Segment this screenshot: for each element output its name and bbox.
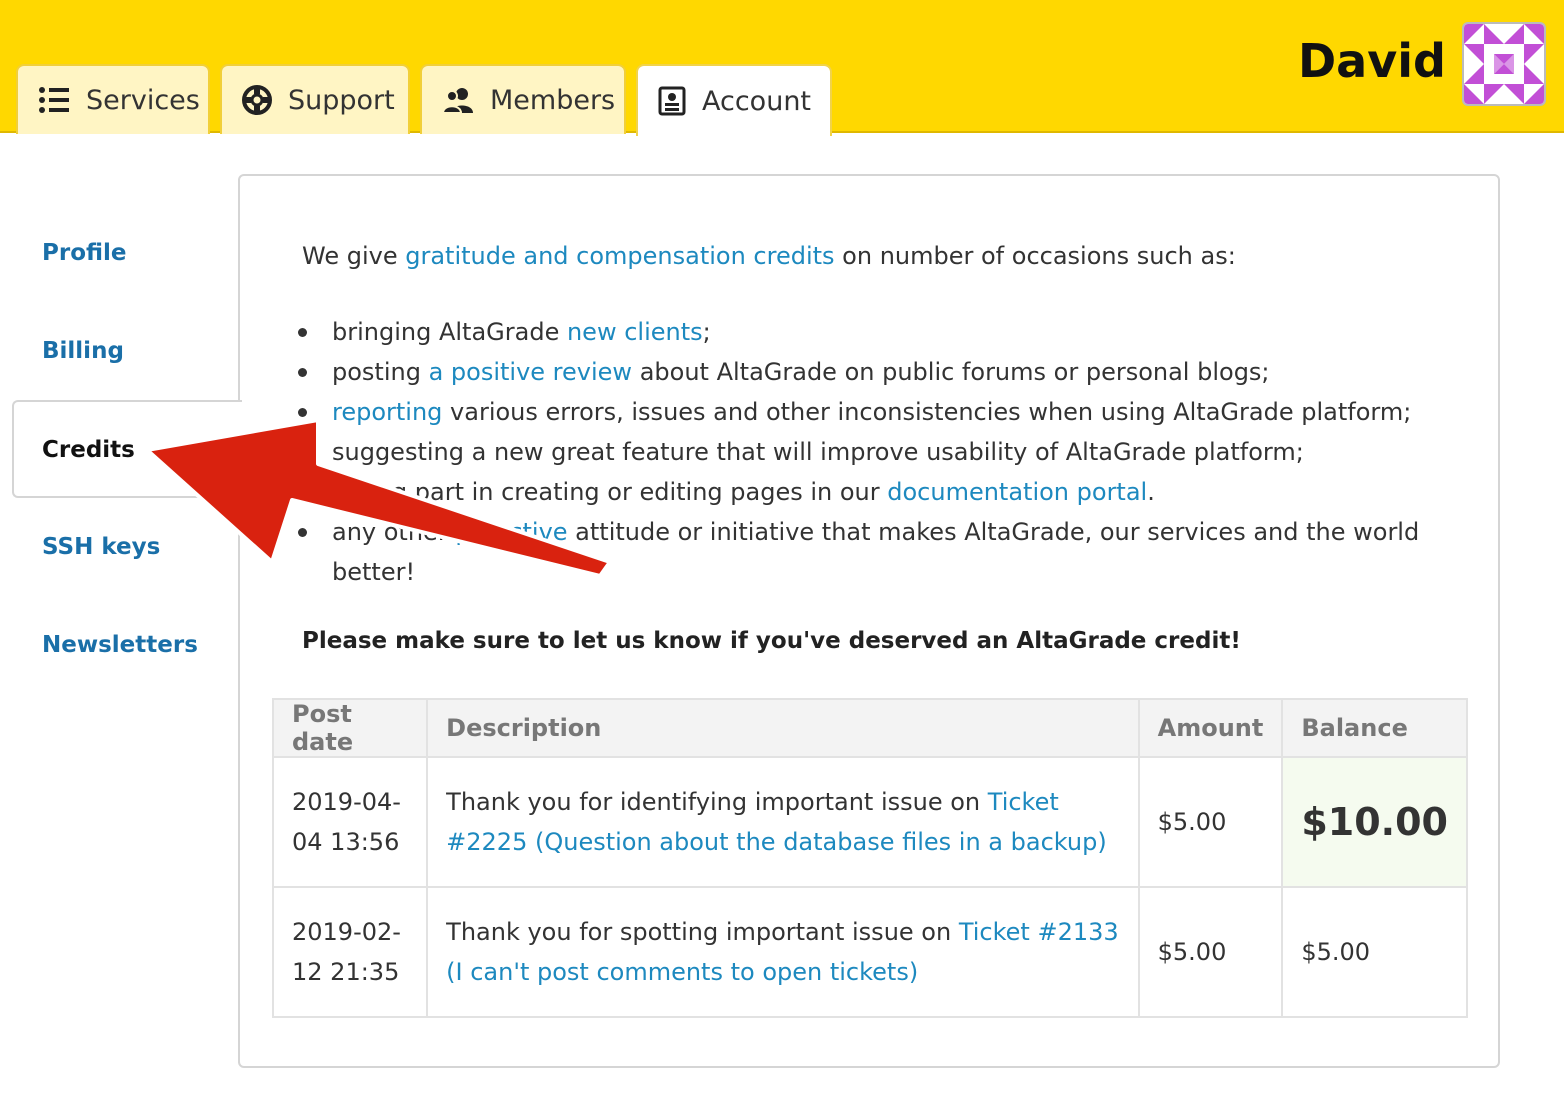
- credit-notice: Please make sure to let us know if you'v…: [302, 628, 1241, 654]
- occasion-text: posting: [332, 358, 429, 386]
- reporting-link[interactable]: reporting: [332, 398, 442, 426]
- sidebar-item-newsletters[interactable]: Newsletters: [42, 632, 198, 658]
- column-header-description: Description: [426, 698, 1140, 758]
- new-clients-link[interactable]: new clients: [567, 318, 703, 346]
- amount-cell: $5.00: [1137, 886, 1284, 1018]
- list-item: bringing AltaGrade new clients;: [298, 312, 1432, 352]
- tab-label: Members: [490, 84, 616, 116]
- list-item: reporting various errors, issues and oth…: [298, 392, 1432, 432]
- occasion-text: about AltaGrade on public forums or pers…: [632, 358, 1270, 386]
- table-row: 2019-02-12 21:35 Thank you for spotting …: [271, 886, 1468, 1018]
- occasion-text: .: [1147, 478, 1155, 506]
- positive-review-link[interactable]: a positive review: [429, 358, 632, 386]
- column-header-post-date: Post date: [271, 698, 429, 758]
- intro-prefix: We give: [302, 242, 406, 270]
- tab-label: Support: [288, 84, 395, 116]
- column-header-balance: Balance: [1281, 698, 1468, 758]
- occasion-text: bringing AltaGrade: [332, 318, 567, 346]
- sidebar-item-credits[interactable]: Credits: [12, 400, 242, 498]
- main-tabs: Services Support Members Account: [16, 64, 832, 136]
- tab-support[interactable]: Support: [220, 64, 410, 134]
- occasion-text: any other: [332, 518, 456, 546]
- credits-info-link[interactable]: gratitude and compensation credits: [405, 242, 834, 270]
- avatar-identicon-icon: [1464, 24, 1544, 104]
- description-text: Thank you for identifying important issu…: [446, 788, 988, 816]
- post-date-cell: 2019-04-04 13:56: [271, 756, 429, 888]
- post-date-cell: 2019-02-12 21:35: [271, 886, 429, 1018]
- tab-account[interactable]: Account: [636, 64, 832, 136]
- list-item: any other proactive attitude or initiati…: [298, 512, 1432, 592]
- credits-panel: We give gratitude and compensation credi…: [238, 174, 1500, 1068]
- documentation-portal-link[interactable]: documentation portal: [887, 478, 1147, 506]
- list-item: posting a positive review about AltaGrad…: [298, 352, 1432, 392]
- sidebar-item-label: Credits: [42, 437, 135, 463]
- description-cell: Thank you for spotting important issue o…: [426, 886, 1140, 1018]
- list-item: taking part in creating or editing pages…: [298, 472, 1432, 512]
- occasions-list: bringing AltaGrade new clients; posting …: [298, 312, 1432, 592]
- credits-table: Post date Description Amount Balance 201…: [271, 698, 1468, 1018]
- sidebar-item-ssh-keys[interactable]: SSH keys: [42, 534, 160, 560]
- occasion-text: various errors, issues and other inconsi…: [442, 398, 1412, 426]
- intro-text: We give gratitude and compensation credi…: [302, 242, 1236, 270]
- tab-label: Services: [86, 84, 200, 116]
- table-header-row: Post date Description Amount Balance: [271, 698, 1468, 758]
- top-header: Services Support Members Account David: [0, 0, 1564, 136]
- tab-members[interactable]: Members: [420, 64, 626, 134]
- intro-suffix: on number of occasions such as:: [834, 242, 1236, 270]
- table-row: 2019-04-04 13:56 Thank you for identifyi…: [271, 756, 1468, 888]
- balance-cell: $5.00: [1281, 886, 1468, 1018]
- sidebar-item-profile[interactable]: Profile: [42, 240, 127, 266]
- tab-services[interactable]: Services: [16, 64, 210, 134]
- user-name[interactable]: David: [1298, 34, 1446, 88]
- lifebuoy-icon: [242, 84, 272, 116]
- list-icon: [38, 84, 70, 116]
- balance-cell-current: $10.00: [1281, 756, 1468, 888]
- sidebar-item-billing[interactable]: Billing: [42, 338, 124, 364]
- occasion-text: taking part in creating or editing pages…: [332, 478, 888, 506]
- list-item: suggesting a new great feature that will…: [298, 432, 1432, 472]
- tab-label: Account: [702, 85, 812, 117]
- description-text: Thank you for spotting important issue o…: [446, 918, 959, 946]
- amount-cell: $5.00: [1137, 756, 1284, 888]
- users-icon: [442, 84, 474, 116]
- proactive-link[interactable]: proactive: [455, 518, 567, 546]
- occasion-text: ;: [702, 318, 711, 346]
- column-header-amount: Amount: [1137, 698, 1284, 758]
- occasion-text: suggesting a new great feature that will…: [332, 438, 1304, 466]
- id-card-icon: [658, 85, 686, 117]
- avatar[interactable]: [1462, 22, 1546, 106]
- description-cell: Thank you for identifying important issu…: [426, 756, 1140, 888]
